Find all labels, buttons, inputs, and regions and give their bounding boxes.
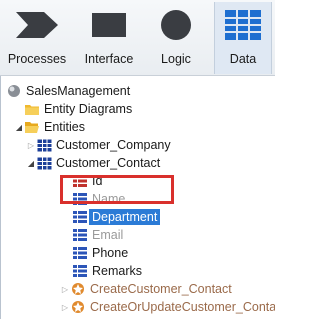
action-create-customer-contact[interactable]: ▷ CreateCustomer_Contact xyxy=(60,280,275,298)
attribute-department[interactable]: Department xyxy=(72,208,275,226)
tree-item-label: Customer_Contact xyxy=(56,156,161,170)
action-create-or-update-customer-contact[interactable]: ▷ CreateOrUpdateCustomer_Contact xyxy=(60,298,275,316)
attribute-icon xyxy=(72,209,88,225)
attribute-label: Id xyxy=(92,174,103,188)
data-label: Data xyxy=(229,52,257,66)
folder-icon xyxy=(24,101,40,117)
attribute-icon xyxy=(72,227,88,243)
processes-tab[interactable]: Processes xyxy=(2,2,72,74)
entity-action-icon xyxy=(70,281,86,297)
expanded-arrow-icon[interactable]: ◢ xyxy=(14,118,24,136)
attribute-icon xyxy=(72,245,88,261)
logic-icon xyxy=(158,2,194,48)
module-icon xyxy=(6,83,22,99)
attribute-name[interactable]: Name xyxy=(72,190,275,208)
identifier-attribute-icon xyxy=(72,173,88,189)
collapsed-arrow-icon[interactable]: ▷ xyxy=(60,280,70,298)
tree-item-label: Customer_Company xyxy=(56,138,171,152)
attribute-label: Name xyxy=(92,192,126,206)
attribute-label: Phone xyxy=(92,246,129,260)
interface-label: Interface xyxy=(84,52,134,66)
data-tab[interactable]: Data xyxy=(214,2,272,74)
open-folder-icon xyxy=(24,119,40,135)
interface-icon xyxy=(89,2,129,48)
logic-tab[interactable]: Logic xyxy=(150,2,202,74)
entity-icon xyxy=(36,137,52,153)
attribute-icon xyxy=(72,191,88,207)
tree-item-label: Entities xyxy=(44,120,85,134)
toolbar: Processes Interface Logic Data xyxy=(0,0,275,76)
attribute-phone[interactable]: Phone xyxy=(72,244,275,262)
collapsed-arrow-icon[interactable]: ▷ xyxy=(26,136,36,154)
tree-item-label: Entity Diagrams xyxy=(44,102,133,116)
data-table-icon xyxy=(223,2,263,48)
attribute-label-selected: Department xyxy=(89,209,161,225)
attribute-id[interactable]: Id xyxy=(72,172,275,190)
attribute-label: Email xyxy=(92,228,124,242)
entity-icon xyxy=(36,155,52,171)
processes-label: Processes xyxy=(7,52,67,66)
action-label: CreateCustomer_Contact xyxy=(90,282,232,296)
interface-tab[interactable]: Interface xyxy=(78,2,140,74)
logic-label: Logic xyxy=(161,52,191,66)
tree-item-entities[interactable]: ◢ Entities xyxy=(14,118,275,136)
tree-item-entity-diagrams[interactable]: Entity Diagrams xyxy=(24,100,275,118)
tree-root-label: SalesManagement xyxy=(26,84,131,98)
tree-item-customer-contact[interactable]: ◢ Customer_Contact xyxy=(26,154,275,172)
attribute-email[interactable]: Email xyxy=(72,226,275,244)
module-tree: SalesManagement Entity Diagrams ◢ Entiti… xyxy=(0,80,275,319)
expanded-arrow-icon[interactable]: ◢ xyxy=(26,154,36,172)
processes-icon xyxy=(14,2,60,48)
attribute-remarks[interactable]: Remarks xyxy=(72,262,275,280)
attribute-icon xyxy=(72,263,88,279)
action-label: CreateOrUpdateCustomer_Contact xyxy=(90,300,275,314)
collapsed-arrow-icon[interactable]: ▷ xyxy=(60,298,70,316)
tree-item-customer-company[interactable]: ▷ Customer_Company xyxy=(26,136,275,154)
tree-root[interactable]: SalesManagement xyxy=(6,82,275,100)
entity-action-icon xyxy=(70,299,86,315)
attribute-label: Remarks xyxy=(92,264,143,278)
